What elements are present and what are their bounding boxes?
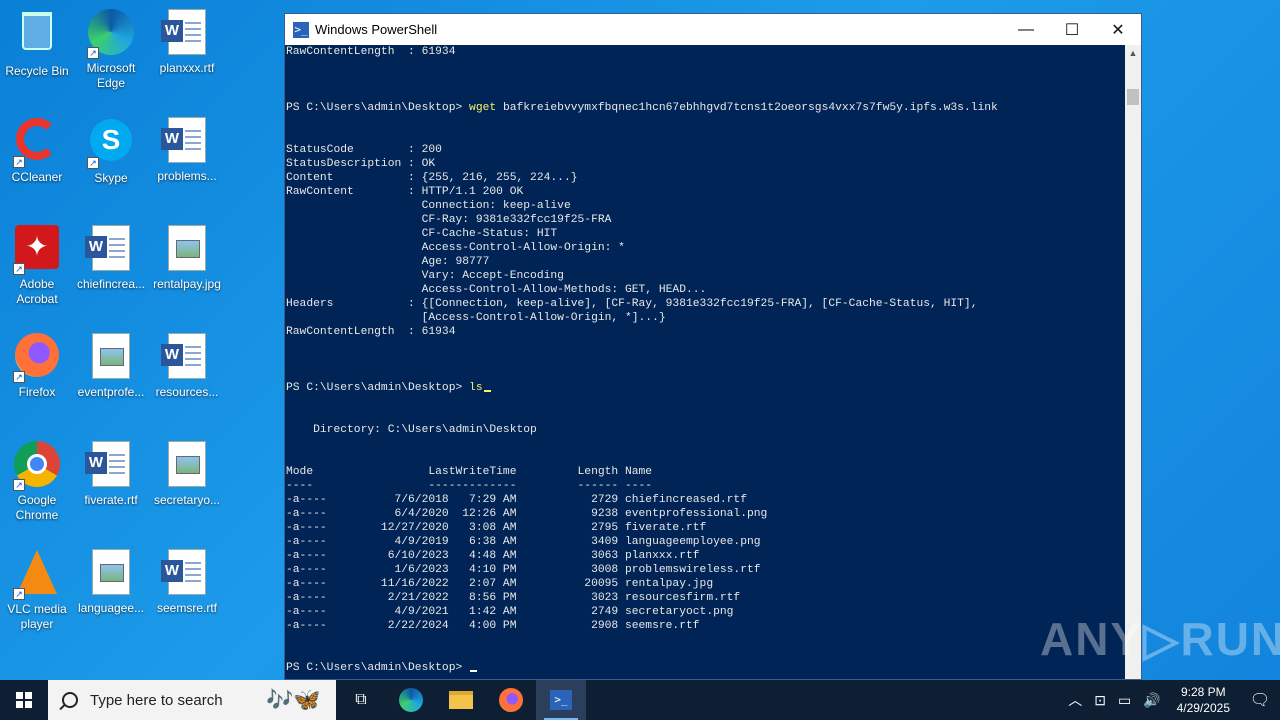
ccleaner-icon: ↗ <box>13 118 61 168</box>
text-cursor <box>483 390 491 392</box>
desktop-icon-chiefincreased[interactable]: W chiefincrea... <box>74 224 148 292</box>
desktop-icon-languageemployee[interactable]: languagee... <box>74 548 148 616</box>
chevron-up-icon[interactable]: ︿ <box>1062 690 1088 710</box>
maximize-button[interactable]: ☐ <box>1049 14 1095 45</box>
word-document-icon: W <box>85 441 135 489</box>
desktop-icon-skype[interactable]: S ↗ Skype <box>74 116 148 186</box>
wget-response: StatusCode : 200 StatusDescription : OK … <box>286 144 978 338</box>
desktop-icon-resourcesfirm[interactable]: W resources... <box>150 332 224 400</box>
directory-header: Directory: C:\Users\admin\Desktop <box>286 424 537 436</box>
recycle-bin-icon <box>13 12 61 60</box>
skype-icon: S ↗ <box>87 119 135 169</box>
powershell-window[interactable]: >_ Windows PowerShell — ☐ ✕ RawContentLe… <box>284 13 1142 680</box>
prompt: PS C:\Users\admin\Desktop> <box>286 382 470 394</box>
notification-icon[interactable]: 🗨 <box>1240 690 1280 710</box>
clock-date: 4/29/2025 <box>1176 701 1230 715</box>
desktop-icon-rentalpay[interactable]: rentalpay.jpg <box>150 224 224 292</box>
word-document-icon: W <box>161 549 211 597</box>
image-file-icon <box>163 225 211 273</box>
console-line: RawContentLength : 61934 <box>286 46 456 58</box>
taskbar-firefox[interactable] <box>486 680 536 720</box>
firefox-icon: ↗ <box>13 333 61 383</box>
word-document-icon: W <box>161 117 211 165</box>
console-command-line: PS C:\Users\admin\Desktop> wget bafkreie… <box>286 101 1125 115</box>
image-file-icon <box>87 549 135 597</box>
prompt: PS C:\Users\admin\Desktop> <box>286 662 470 674</box>
image-file-icon <box>87 333 135 381</box>
edge-icon: ↗ <box>87 9 135 59</box>
desktop-icon-vlc[interactable]: ↗ VLC media player <box>0 548 74 632</box>
task-view-icon: ⧉ <box>355 691 367 708</box>
network-icon[interactable]: ▭ <box>1112 692 1137 709</box>
vertical-scrollbar[interactable]: ▲ <box>1125 45 1141 679</box>
taskbar-search-box[interactable]: Type here to search 🎶🦋 <box>48 680 336 720</box>
firefox-icon <box>499 688 523 712</box>
desktop-icon-edge[interactable]: ↗ Microsoft Edge <box>74 8 148 91</box>
search-placeholder: Type here to search <box>90 691 223 709</box>
image-file-icon <box>163 441 211 489</box>
command-name: wget <box>469 102 497 114</box>
powershell-icon: >_ <box>550 690 572 710</box>
command-argument: bafkreiebvvymxfbqnec1hcn67ebhhgvd7tcns1t… <box>496 102 998 114</box>
folder-icon <box>449 691 473 709</box>
search-icon <box>62 692 78 708</box>
word-document-icon: W <box>85 225 135 273</box>
scrollbar-thumb[interactable] <box>1127 89 1139 105</box>
windows-logo-icon <box>16 692 32 708</box>
desktop-icon-secretaryoct[interactable]: secretaryo... <box>150 440 224 508</box>
directory-listing: Mode LastWriteTime Length Name ---- ----… <box>286 466 768 632</box>
window-titlebar[interactable]: >_ Windows PowerShell — ☐ ✕ <box>285 14 1141 45</box>
meet-now-icon[interactable]: ⊡ <box>1088 692 1112 709</box>
minimize-button[interactable]: — <box>1003 14 1049 45</box>
desktop-icon-recycle-bin[interactable]: Recycle Bin <box>0 8 74 79</box>
scroll-up-icon[interactable]: ▲ <box>1125 45 1141 61</box>
word-document-icon: W <box>161 9 211 57</box>
search-highlight-icon: 🎶🦋 <box>266 687 321 712</box>
system-tray: ︿ ⊡ ▭ 🔊 9:28 PM 4/29/2025 🗨 <box>1062 680 1280 720</box>
taskbar-file-explorer[interactable] <box>436 680 486 720</box>
desktop-icon-google-chrome[interactable]: ↗ Google Chrome <box>0 440 74 523</box>
window-title: Windows PowerShell <box>315 22 438 37</box>
volume-icon[interactable]: 🔊 <box>1137 692 1166 709</box>
clock[interactable]: 9:28 PM 4/29/2025 <box>1167 684 1240 716</box>
console-prompt-line: PS C:\Users\admin\Desktop> <box>286 661 1125 675</box>
clock-time: 9:28 PM <box>1180 685 1226 699</box>
vlc-icon: ↗ <box>13 550 61 600</box>
powershell-icon: >_ <box>293 21 309 38</box>
desktop-icon-eventprofessional[interactable]: eventprofe... <box>74 332 148 400</box>
text-cursor <box>470 670 478 672</box>
command-name: ls <box>469 382 483 394</box>
taskbar-edge[interactable] <box>386 680 436 720</box>
edge-icon <box>399 688 423 712</box>
desktop-icon-seemsre[interactable]: W seemsre.rtf <box>150 548 224 616</box>
desktop-icon-fiverate[interactable]: W fiverate.rtf <box>74 440 148 508</box>
desktop-icon-planxxx[interactable]: W planxxx.rtf <box>150 8 224 76</box>
prompt: PS C:\Users\admin\Desktop> <box>286 102 470 114</box>
word-document-icon: W <box>161 333 211 381</box>
desktop: Recycle Bin ↗ CCleaner ✦ ↗ Adobe Acrobat… <box>0 0 285 680</box>
console-output[interactable]: RawContentLength : 61934 PS C:\Users\adm… <box>285 45 1125 679</box>
anyrun-watermark: ANY▷RUN <box>1040 613 1280 665</box>
acrobat-icon: ✦ ↗ <box>13 225 61 275</box>
task-view-button[interactable]: ⧉ <box>336 680 386 720</box>
console-command-line: PS C:\Users\admin\Desktop> ls <box>286 381 1125 395</box>
taskbar-powershell[interactable]: >_ <box>536 680 586 720</box>
chrome-icon: ↗ <box>13 441 61 491</box>
desktop-icon-firefox[interactable]: ↗ Firefox <box>0 332 74 400</box>
taskbar: Type here to search 🎶🦋 ⧉ >_ ︿ ⊡ ▭ 🔊 9:28… <box>0 680 1280 720</box>
desktop-icon-problemswireless[interactable]: W problems... <box>150 116 224 184</box>
close-button[interactable]: ✕ <box>1095 14 1141 45</box>
start-button[interactable] <box>0 680 48 720</box>
desktop-icon-ccleaner[interactable]: ↗ CCleaner <box>0 116 74 185</box>
desktop-icon-adobe-acrobat[interactable]: ✦ ↗ Adobe Acrobat <box>0 224 74 307</box>
